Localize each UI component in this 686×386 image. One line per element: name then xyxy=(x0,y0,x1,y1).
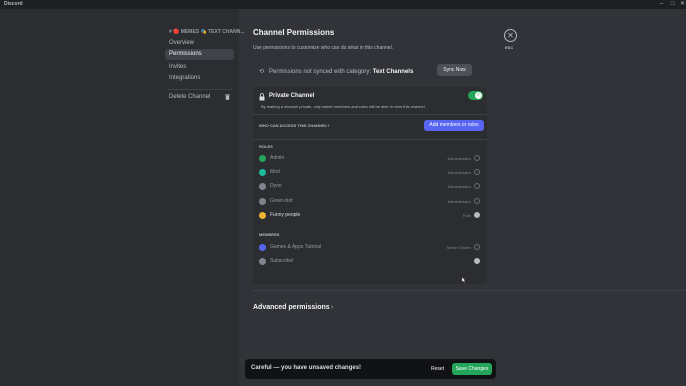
remove-icon[interactable] xyxy=(474,258,480,264)
close-icon[interactable]: ✕ xyxy=(504,29,517,42)
sidebar-item-permissions[interactable]: Permissions xyxy=(165,49,234,60)
role-name: Funny people xyxy=(270,212,301,218)
unsynced-icon: ⟲ xyxy=(259,69,265,75)
role-tag: Administrator xyxy=(447,199,471,204)
advanced-permissions-toggle[interactable]: Advanced permissions xyxy=(253,304,330,311)
shield-icon xyxy=(259,169,266,176)
role-tag: Administrator xyxy=(447,156,471,161)
remove-icon[interactable] xyxy=(474,169,480,175)
remove-icon[interactable] xyxy=(474,212,480,218)
role-name: Admin xyxy=(270,155,285,161)
role-row-green-bot: Green-bot Administrator xyxy=(259,197,483,207)
shield-icon xyxy=(259,183,266,190)
members-heading: MEMBERS xyxy=(259,232,280,237)
unsaved-message: Careful — you have unsaved changes! xyxy=(251,365,362,371)
sync-now-button[interactable]: Sync Now xyxy=(437,64,472,76)
minimize-icon[interactable]: – xyxy=(656,0,667,9)
unsaved-changes-bar: Careful — you have unsaved changes! Rese… xyxy=(245,359,496,379)
avatar xyxy=(259,244,266,251)
role-row-mod: Mod Administrator xyxy=(259,168,483,178)
page-subtitle: Use permissions to customize who can do … xyxy=(253,45,394,51)
remove-icon[interactable] xyxy=(474,244,480,250)
reset-button[interactable]: Reset xyxy=(431,366,444,372)
app-name: Discord xyxy=(4,1,23,7)
close-window-icon[interactable]: ✕ xyxy=(677,0,686,9)
section-divider xyxy=(253,290,686,291)
member-name: Subscribe! xyxy=(270,258,294,264)
sync-text: Permissions not synced with category: xyxy=(269,69,372,75)
member-tag: Server Owner xyxy=(446,245,471,250)
page-title: Channel Permissions xyxy=(253,28,335,37)
divider xyxy=(253,139,487,140)
role-tag: Administrator xyxy=(447,184,471,189)
sync-category: Text Channels xyxy=(372,69,414,75)
title-bar: Discord – □ ✕ xyxy=(0,0,686,9)
shield-icon xyxy=(259,155,266,162)
access-question: WHO CAN ACCESS THIS CHANNEL? xyxy=(259,123,330,128)
sidebar-divider xyxy=(168,89,232,90)
roles-heading: ROLES xyxy=(259,144,273,149)
remove-icon[interactable] xyxy=(474,198,480,204)
shield-icon xyxy=(259,212,266,219)
channel-breadcrumb: # 🔴 MEMES 🎭 TEXT CHANN... xyxy=(169,29,245,35)
member-row-subscribe: Subscribe! xyxy=(259,257,483,267)
chevron-right-icon[interactable]: › xyxy=(331,304,333,311)
esc-label: ESC xyxy=(505,45,514,50)
main-content: Channel Permissions Use permissions to c… xyxy=(239,9,686,386)
trash-icon[interactable] xyxy=(225,94,230,100)
remove-icon[interactable] xyxy=(474,155,480,161)
role-name: Mod xyxy=(270,169,280,175)
role-row-dyno: Dyno Administrator xyxy=(259,182,483,192)
delete-channel-button[interactable]: Delete Channel xyxy=(165,92,234,103)
save-changes-button[interactable]: Save Changes xyxy=(452,363,492,375)
sidebar-item-overview[interactable]: Overview xyxy=(165,38,234,49)
remove-icon[interactable] xyxy=(474,183,480,189)
role-row-funny-people: Funny people Role xyxy=(259,211,483,221)
role-name: Green-bot xyxy=(270,198,293,204)
member-row-games-apps-tutorial: Games & Apps Tutorial Server Owner xyxy=(259,243,483,253)
role-row-admin: Admin Administrator xyxy=(259,154,483,164)
mouse-cursor-icon xyxy=(462,277,466,283)
shield-icon xyxy=(259,198,266,205)
divider xyxy=(253,114,487,115)
member-name: Games & Apps Tutorial xyxy=(270,244,322,250)
role-name: Dyno xyxy=(270,183,282,189)
role-tag: Administrator xyxy=(447,170,471,175)
check-icon: ✓ xyxy=(475,92,482,99)
private-channel-description: By making a channel private, only select… xyxy=(261,104,426,109)
add-members-or-roles-button[interactable]: Add members or roles xyxy=(424,120,484,131)
private-channel-title: Private Channel xyxy=(269,93,315,99)
lock-icon xyxy=(259,93,265,101)
sidebar-item-invites[interactable]: Invites xyxy=(165,62,234,73)
sidebar-item-integrations[interactable]: Integrations xyxy=(165,73,234,84)
role-tag: Role xyxy=(462,213,471,218)
private-channel-toggle[interactable]: ✓ xyxy=(468,91,483,100)
avatar xyxy=(259,258,266,265)
